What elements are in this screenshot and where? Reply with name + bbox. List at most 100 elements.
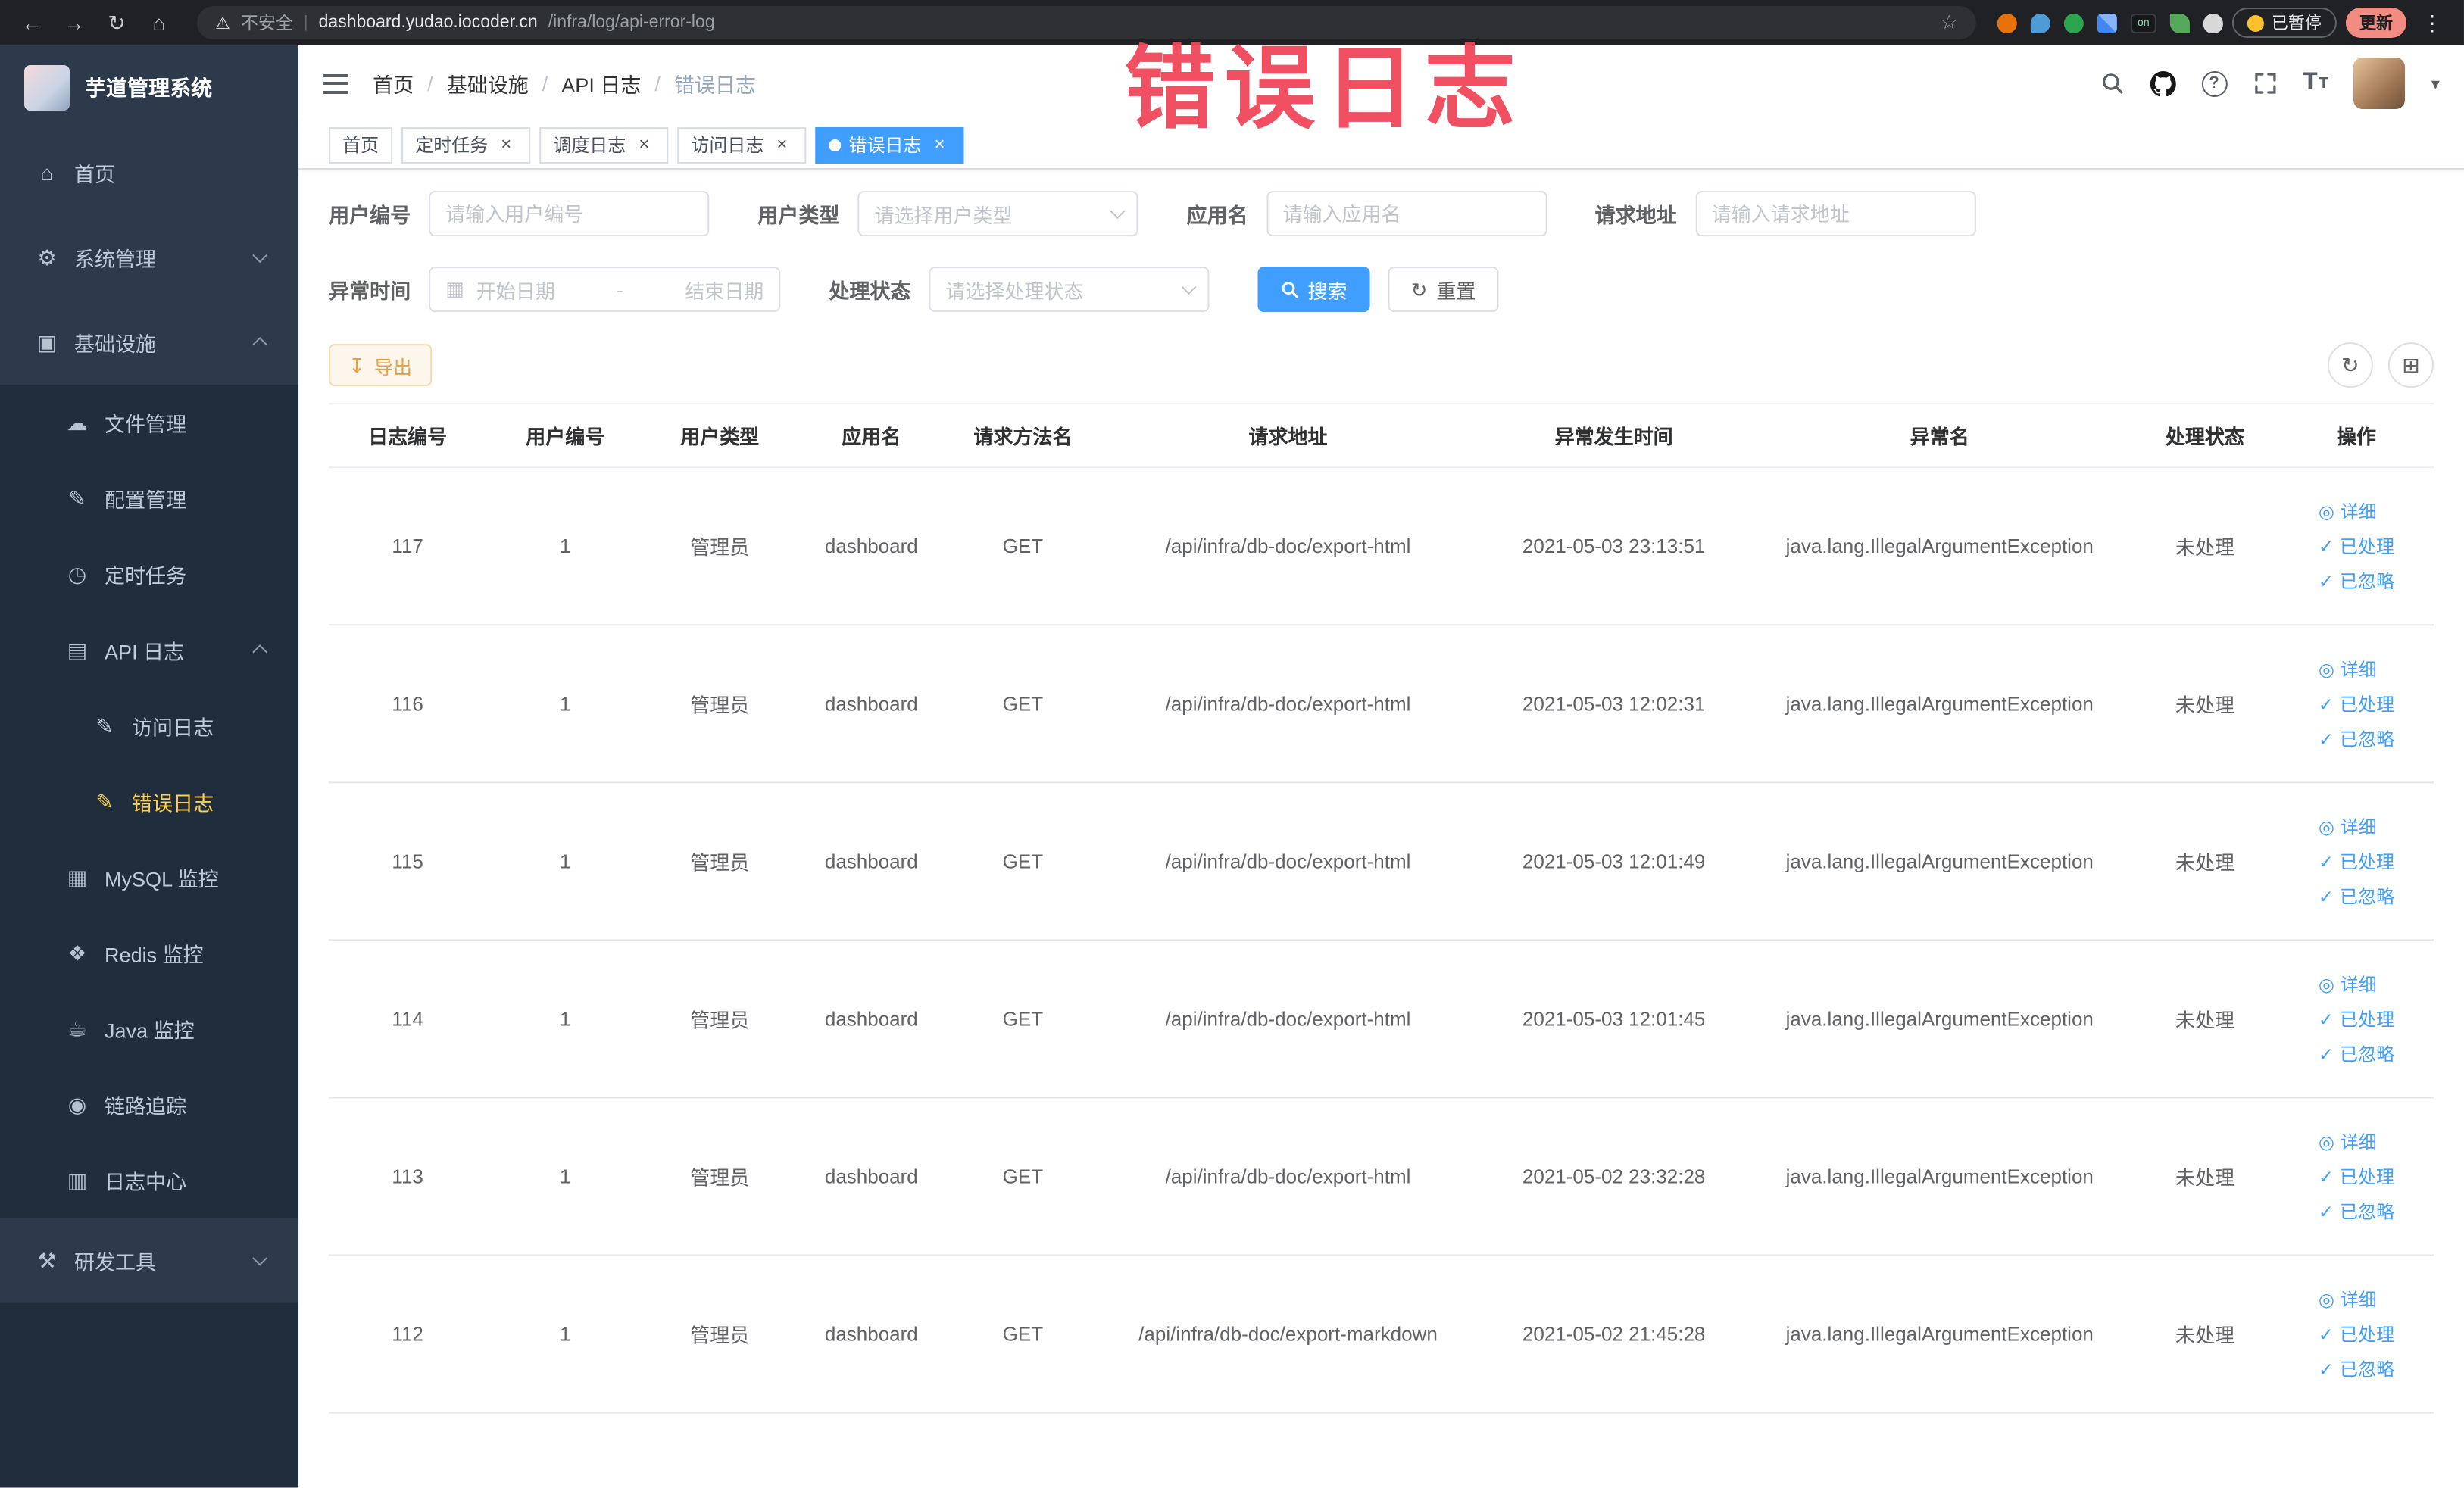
processed-link[interactable]: ✓ 已处理 [2319, 691, 2394, 716]
cell-user-type: 管理员 [690, 1009, 750, 1032]
sidebar-item[interactable]: ⌂ 首页 [0, 130, 299, 216]
sidebar-item-label: Java 监控 [105, 1019, 195, 1043]
row-actions: ◎ 详细 ✓ 已处理 ✓ 已忽略 [2319, 656, 2394, 751]
ignored-link[interactable]: ✓ 已忽略 [2319, 1198, 2394, 1224]
extension-paw-icon[interactable] [2203, 13, 2223, 33]
sidebar-item[interactable]: ▦ MySQL 监控 [0, 839, 299, 916]
sidebar-item[interactable]: ⚒ 研发工具 [0, 1218, 299, 1303]
table-header: 日志编号 用户编号 用户类型 应用名 请求方法名 请求地址 异常发生时间 异常名 处理状态 操作 [329, 404, 2434, 469]
date-range-picker[interactable]: ▦ 开始日期 - 结束日期 [429, 267, 781, 313]
ignored-link[interactable]: ✓ 已忽略 [2319, 1356, 2394, 1382]
request-url-input[interactable] [1694, 191, 1975, 237]
font-size-icon[interactable]: TT [2303, 70, 2328, 97]
bookmark-star-icon[interactable]: ☆ [1940, 11, 1957, 35]
tags-view-tab[interactable]: 首页 [329, 126, 393, 164]
export-button[interactable]: ↧ 导出 [329, 344, 433, 387]
sidebar-item[interactable]: ☁ 文件管理 [0, 385, 299, 461]
cell-exception: java.lang.IllegalArgumentException [1785, 1007, 2094, 1031]
sidebar-item[interactable]: ▤ API 日志 [0, 612, 299, 688]
tags-view-tab[interactable]: 错误日志 × [815, 126, 964, 164]
sidebar-item[interactable]: ✎ 访问日志 [0, 688, 299, 764]
close-icon[interactable]: × [495, 133, 517, 155]
close-icon[interactable]: × [771, 133, 792, 155]
column-settings-button[interactable]: ⊞ [2387, 342, 2434, 388]
tags-view-tab[interactable]: 定时任务 × [401, 126, 531, 164]
sidebar-item[interactable]: ▥ 日志中心 [0, 1142, 299, 1218]
sidebar-item[interactable]: ◷ 定时任务 [0, 536, 299, 613]
detail-link[interactable]: ◎ 详细 [2319, 813, 2377, 839]
paused-badge[interactable]: 已暂停 [2231, 8, 2337, 39]
detail-link[interactable]: ◎ 详细 [2319, 1128, 2377, 1154]
tab-label: 访问日志 [691, 135, 764, 157]
processed-link[interactable]: ✓ 已处理 [2319, 533, 2394, 559]
back-icon[interactable]: ← [15, 6, 48, 39]
table-body: 117 1 管理员 dashboard GET/api/infra/db-doc/exp… [329, 468, 2434, 1414]
process-status-select[interactable]: 请选择处理状态 [929, 267, 1210, 313]
sidebar-item[interactable]: ❖ Redis 监控 [0, 915, 299, 991]
avatar[interactable] [2353, 58, 2406, 110]
detail-link[interactable]: ◎ 详细 [2319, 656, 2377, 682]
browser-menu-icon[interactable]: ⋮ [2416, 10, 2449, 36]
user-type-select[interactable]: 请选择用户类型 [857, 191, 1138, 237]
detail-link[interactable]: ◎ 详细 [2319, 971, 2377, 997]
help-icon[interactable]: ? [2201, 70, 2228, 97]
processed-link[interactable]: ✓ 已处理 [2319, 1163, 2394, 1189]
address-bar[interactable]: ⚠ 不安全 | dashboard.yudao.iocoder.cn/infra… [197, 6, 1976, 40]
tags-view-tab[interactable]: 调度日志 × [539, 126, 669, 164]
reload-icon[interactable]: ↻ [100, 6, 133, 39]
table-row: 115 1 管理员 dashboard GET/api/infra/db-doc/exp… [329, 783, 2434, 941]
check-icon: ✓ [2318, 1323, 2334, 1345]
tags-view-tab[interactable]: 访问日志 × [677, 126, 807, 164]
extension-orange-icon[interactable] [1997, 13, 2017, 33]
refresh-button[interactable]: ↻ [2327, 342, 2373, 388]
extension-green-icon[interactable] [2063, 13, 2084, 33]
browser-home-icon[interactable]: ⌂ [142, 6, 176, 39]
breadcrumb-item[interactable]: API 日志 [561, 68, 641, 98]
extension-drop-icon[interactable] [2030, 13, 2050, 33]
sidebar-logo[interactable]: 芋道管理系统 [0, 45, 299, 131]
caret-down-icon[interactable]: ▾ [2431, 73, 2440, 93]
extension-leaf-icon[interactable] [2169, 13, 2190, 33]
extension-on-badge[interactable]: on [2130, 13, 2156, 33]
sidebar-item[interactable]: ◉ 链路追踪 [0, 1066, 299, 1143]
eye-icon: ◎ [2318, 816, 2334, 838]
paused-label: 已暂停 [2271, 15, 2322, 34]
check-icon: ✓ [2318, 1200, 2334, 1222]
sidebar-item[interactable]: ✎ 错误日志 [0, 763, 299, 840]
forward-icon[interactable]: → [58, 6, 91, 39]
search-icon[interactable] [2100, 71, 2124, 95]
check-icon: ✓ [2318, 850, 2334, 872]
sidebar-item[interactable]: ☕ Java 监控 [0, 990, 299, 1067]
ignored-link[interactable]: ✓ 已忽略 [2319, 883, 2394, 909]
update-button[interactable]: 更新 [2345, 8, 2406, 39]
hamburger-icon[interactable] [323, 73, 349, 94]
mysql-icon: ▦ [67, 864, 88, 889]
check-icon: ✓ [2318, 885, 2334, 907]
breadcrumb-item[interactable]: 基础设施 [447, 68, 529, 98]
column-header: 用户类型 [680, 426, 760, 449]
detail-link[interactable]: ◎ 详细 [2319, 498, 2377, 524]
ignored-link[interactable]: ✓ 已忽略 [2319, 725, 2394, 751]
reset-button[interactable]: ↻ 重置 [1388, 267, 1499, 313]
detail-link[interactable]: ◎ 详细 [2319, 1287, 2377, 1312]
processed-link[interactable]: ✓ 已处理 [2319, 1321, 2394, 1347]
action-label: 已忽略 [2339, 728, 2395, 750]
fullscreen-icon[interactable] [2253, 71, 2277, 95]
processed-link[interactable]: ✓ 已处理 [2319, 848, 2394, 874]
user-id-input[interactable] [429, 191, 710, 237]
breadcrumb-item[interactable]: 首页 [373, 68, 414, 98]
action-label: 已处理 [2339, 536, 2395, 558]
github-icon[interactable] [2150, 70, 2176, 96]
processed-link[interactable]: ✓ 已处理 [2319, 1006, 2394, 1031]
sidebar-item[interactable]: ⚙ 系统管理 [0, 215, 299, 301]
ignored-link[interactable]: ✓ 已忽略 [2319, 568, 2394, 594]
sidebar-item[interactable]: ▣ 基础设施 [0, 300, 299, 385]
close-icon[interactable]: × [929, 133, 951, 155]
cell-user-type: 管理员 [690, 694, 750, 717]
ignored-link[interactable]: ✓ 已忽略 [2319, 1040, 2394, 1066]
app-name-input[interactable] [1266, 191, 1547, 237]
close-icon[interactable]: × [633, 133, 654, 155]
search-button[interactable]: 搜索 [1257, 267, 1370, 313]
sidebar-item[interactable]: ✎ 配置管理 [0, 460, 299, 537]
extension-grid-icon[interactable] [2097, 13, 2117, 33]
